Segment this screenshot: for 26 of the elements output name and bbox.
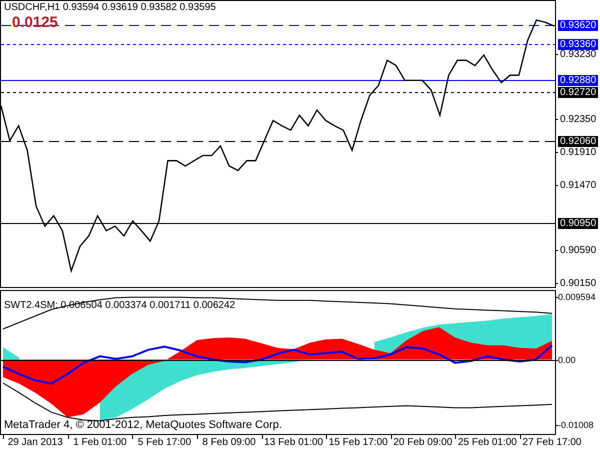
time-label: 20 Feb 09:00 bbox=[393, 437, 452, 448]
chart-title: USDCHF,H1 0.93594 0.93619 0.93582 0.93595 bbox=[4, 2, 216, 13]
price-label: 0.93620 bbox=[558, 20, 598, 31]
axis-label: 0.92350 bbox=[560, 114, 596, 126]
axis-label: 0.90590 bbox=[560, 245, 596, 256]
price-label: 0.93360 bbox=[558, 39, 598, 50]
axis-label: -0.01008 bbox=[558, 420, 594, 432]
axis-label: 0.91910 bbox=[560, 146, 596, 158]
time-label: 25 Feb 01:00 bbox=[458, 437, 517, 448]
time-label: 5 Feb 17:00 bbox=[138, 437, 192, 448]
time-label: 1 Feb 01:00 bbox=[73, 437, 127, 448]
time-label: 15 Feb 17:00 bbox=[328, 437, 388, 448]
copyright-text: MetaTrader 4, © 2001-2012, MetaQuotes Software Corp. bbox=[4, 419, 282, 431]
axis-label: 0.00 bbox=[558, 354, 576, 366]
price-label: 0.90950 bbox=[558, 218, 598, 229]
price-label: 0.92060 bbox=[558, 136, 598, 147]
axis-label: 0.009594 bbox=[558, 292, 596, 304]
axis-label: 0.90150 bbox=[560, 278, 596, 288]
axis-label: 0.91470 bbox=[560, 180, 596, 191]
time-label: 13 Feb 01:00 bbox=[264, 437, 324, 448]
time-label: 8 Feb 09:00 bbox=[202, 437, 256, 448]
price-label: 0.92880 bbox=[558, 75, 598, 86]
time-label: 29 Jan 2013 bbox=[8, 437, 63, 448]
time-label: 27 Feb 17:00 bbox=[522, 437, 582, 448]
axis-label: 0.93230 bbox=[560, 48, 596, 60]
price-label: 0.92720 bbox=[558, 87, 598, 98]
